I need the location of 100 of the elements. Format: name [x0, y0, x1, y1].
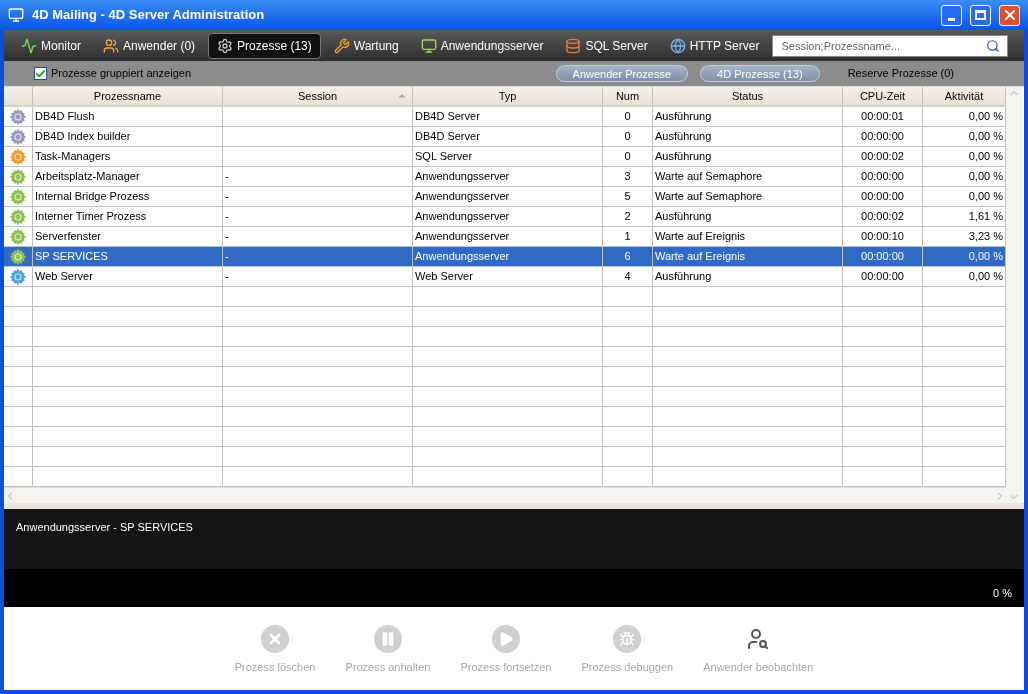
pause-icon — [373, 625, 402, 654]
table-cell-text: 5 — [624, 189, 631, 205]
table-cell-text: SQL Server — [415, 149, 473, 165]
close-icon — [261, 625, 290, 654]
column-header[interactable]: CPU-Zeit — [843, 87, 923, 105]
table-cell-text: 0,00 % — [968, 109, 1003, 125]
empty-cell — [4, 447, 33, 467]
table-row[interactable]: Task-Managers SQL Server 0 Ausführung 00:00:02 0,00 % — [4, 147, 1006, 167]
maximize-button[interactable] — [970, 4, 991, 26]
column-header[interactable]: Status — [653, 87, 843, 105]
empty-cell — [603, 327, 653, 347]
column-header[interactable]: Typ — [413, 87, 603, 105]
table-row[interactable]: Internal Bridge Prozess - Anwendungsserver 5 Warte auf Semaphore 00:00:00 0,00 % — [4, 187, 1006, 207]
table-cell-text: Anwendungsserver — [415, 189, 510, 205]
table-row[interactable]: Interner Timer Prozess - Anwendungsserver 2 Ausführung 00:00:02 1,61 % — [4, 207, 1006, 227]
filter-link[interactable]: Reserve Prozesse (0) — [831, 65, 970, 82]
table-cell-text: Ausführung — [655, 109, 712, 125]
table-cell-text: 00:00:01 — [861, 109, 904, 125]
toolbar-tab[interactable]: Monitor — [12, 32, 90, 59]
table-cell-text: Arbeitsplatz-Manager — [35, 169, 140, 185]
users-icon — [103, 37, 119, 54]
table-cell-text: Interner Timer Prozess — [35, 209, 147, 225]
minimize-icon — [948, 17, 955, 21]
database-icon — [565, 37, 582, 54]
table-cell-text: DB4D Server — [415, 109, 480, 125]
table-cell-text: - — [225, 189, 229, 205]
empty-cell — [4, 407, 33, 427]
table-cell-text: Anwendungsserver — [415, 249, 510, 265]
gear-icon — [9, 167, 27, 186]
toolbar-tab[interactable]: Anwender (0) — [94, 32, 205, 59]
empty-cell — [4, 347, 33, 367]
toolbar-tab[interactable]: HTTP Server — [660, 32, 769, 59]
checkbox-label: Prozesse gruppiert anzeigen — [51, 66, 192, 82]
table-cell-text: - — [225, 269, 229, 285]
table-row[interactable]: Serverfenster - Anwendungsserver 1 Warte auf Ereignis 00:00:10 3,23 % — [4, 227, 1006, 247]
empty-cell — [603, 447, 653, 467]
table-cell-text: Warte auf Ereignis — [655, 249, 746, 265]
table-cell-text: 0,00 % — [968, 249, 1003, 265]
table-cell-text: 6 — [624, 249, 631, 265]
toolbar-tab[interactable]: Wartung — [324, 32, 408, 59]
empty-cell — [603, 427, 653, 447]
gear-icon — [9, 207, 27, 226]
table-cell-text: 0,00 % — [968, 169, 1003, 185]
empty-cell — [603, 287, 653, 307]
table-row[interactable]: DB4D Index builder DB4D Server 0 Ausführung 00:00:00 0,00 % — [4, 127, 1006, 147]
table-cell-text: 00:00:00 — [861, 169, 904, 185]
table-cell-text: 2 — [624, 209, 631, 225]
table-cell-text: Anwendungsserver — [415, 209, 510, 225]
table-cell-text: DB4D Flush — [35, 109, 95, 125]
table-cell-text: DB4D Server — [415, 129, 480, 145]
toolbar-tab[interactable]: Prozesse (13) — [208, 32, 321, 59]
gear-icon — [9, 227, 27, 246]
table-cell-text: 00:00:02 — [861, 209, 904, 225]
table-cell-text: 1,61 % — [968, 209, 1003, 225]
horizontal-scrollbar[interactable] — [4, 487, 1006, 503]
table-cell-text: 1 — [624, 229, 631, 245]
table-cell-text: 3 — [624, 169, 631, 185]
toolbar-tab[interactable]: Anwendungsserver — [411, 32, 553, 59]
gear-icon — [9, 147, 27, 166]
table-cell-text: Ausführung — [655, 269, 712, 285]
table-cell-text: 00:00:02 — [861, 149, 904, 165]
column-header[interactable]: Prozessname — [33, 87, 223, 105]
toolbar-tab[interactable]: SQL Server — [556, 32, 657, 59]
play-icon — [491, 625, 520, 654]
table-cell-text: Ausführung — [655, 129, 712, 145]
table-row[interactable]: Arbeitsplatz-Manager - Anwendungsserver 3 Warte auf Semaphore 00:00:00 0,00 % — [4, 167, 1006, 187]
gear-icon — [9, 267, 27, 286]
table-cell-text: 0,00 % — [968, 129, 1003, 145]
maximize-icon — [975, 10, 986, 20]
table-cell-text: Task-Managers — [35, 149, 111, 165]
column-header[interactable]: Session — [223, 87, 413, 105]
table-row[interactable]: DB4D Flush DB4D Server 0 Ausführung 00:00:01 0,00 % — [4, 107, 1006, 127]
empty-cell — [4, 427, 33, 447]
table-cell-text: Ausführung — [655, 209, 712, 225]
window-title: 4D Mailing - 4D Server Administration — [32, 6, 266, 25]
table-cell-text: 0 — [624, 129, 631, 145]
table-cell-text: 00:00:10 — [861, 229, 904, 245]
table-cell-text: - — [225, 169, 229, 185]
app-icon — [8, 7, 24, 23]
search-field[interactable]: Session;Prozessname... — [772, 34, 1008, 57]
gear-icon — [9, 107, 27, 126]
bug-icon — [613, 625, 642, 654]
empty-cell — [603, 407, 653, 427]
empty-cell — [603, 387, 653, 407]
minimize-button[interactable] — [941, 4, 962, 26]
checkbox[interactable] — [34, 67, 47, 80]
chart-icon — [21, 37, 37, 54]
table-cell-text: 0,00 % — [968, 269, 1003, 285]
table-row[interactable]: Web Server - Web Server 4 Ausführung 00:00:00 0,00 % — [4, 267, 1006, 287]
table-cell-text: 00:00:00 — [861, 189, 904, 205]
table-cell-text: DB4D Index builder — [35, 129, 131, 145]
column-header[interactable]: Num — [603, 87, 653, 105]
table-cell-text: 4 — [624, 269, 631, 285]
table-cell-text: 00:00:00 — [861, 129, 904, 145]
table-row[interactable]: SP SERVICES - Anwendungsserver 6 Warte auf Ereignis 00:00:00 0,00 % — [4, 247, 1006, 267]
close-button[interactable] — [999, 4, 1020, 26]
monitor-icon — [420, 37, 437, 54]
table-cell-text: Anwendungsserver — [415, 229, 510, 245]
vertical-scrollbar[interactable] — [1006, 87, 1022, 503]
search-icon[interactable] — [986, 38, 1000, 53]
